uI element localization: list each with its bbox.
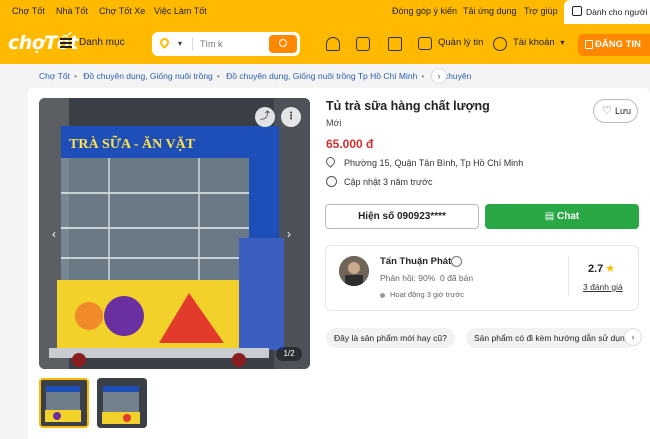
search-button[interactable]	[269, 35, 297, 53]
search-bar: ▾	[152, 32, 300, 56]
chevron-right-icon[interactable]: ›	[287, 227, 291, 241]
show-phone-button[interactable]: Hiện số 090923****	[325, 204, 479, 229]
reviews-link[interactable]: 3 đánh giá	[583, 282, 623, 292]
main-header: chợTốt Danh mục ▾ Quản lý tin Tài khoản …	[0, 24, 650, 64]
link-help[interactable]: Trợ giúp	[524, 6, 558, 16]
listing-title: Tủ trà sữa hàng chất lượng	[326, 99, 490, 113]
breadcrumb-item[interactable]: Đồ chuyên dụng, Giống nuôi trồng	[83, 71, 212, 81]
milk-tea-cart-image: TRÀ SỮA - ĂN VẶT	[39, 98, 310, 369]
verified-user-icon	[451, 256, 462, 267]
store-icon	[572, 6, 582, 16]
edit-icon	[585, 40, 593, 49]
seller-portal-link[interactable]: Dành cho người bán	[564, 0, 650, 24]
breadcrumb: Chợ Tốt • Đồ chuyên dụng, Giống nuôi trồn…	[39, 71, 471, 81]
breadcrumb-item[interactable]: Chợ Tốt	[39, 71, 70, 81]
breadcrumb-separator: •	[216, 71, 220, 81]
account-menu[interactable]: Tài khoản ▾	[493, 37, 565, 51]
link-viec-lam-tot[interactable]: Việc Làm Tốt	[154, 6, 207, 16]
chevron-right-icon[interactable]: ›	[624, 328, 642, 346]
list-icon	[418, 37, 432, 50]
link-cho-tot[interactable]: Chợ Tốt	[12, 6, 45, 16]
search-divider	[192, 37, 193, 51]
location-pin-icon	[324, 155, 337, 168]
category-menu-label: Danh mục	[79, 37, 125, 48]
breadcrumb-separator: •	[421, 71, 425, 81]
image-counter: 1/2	[276, 347, 302, 361]
cart-sign-text: TRÀ SỮA - ĂN VẶT	[69, 134, 196, 152]
save-button[interactable]: ♡ Lưu	[593, 99, 638, 123]
category-menu-button[interactable]: Danh mục	[60, 37, 125, 48]
more-options-icon[interactable]: ⋮	[281, 107, 301, 127]
question-chip[interactable]: Đây là sản phẩm mới hay cũ?	[326, 328, 455, 348]
top-utility-bar: Chợ Tốt Nhà Tốt Chợ Tốt Xe Việc Làm Tốt …	[0, 0, 650, 24]
avatar[interactable]	[339, 256, 369, 286]
rating-value: 2.7	[588, 263, 604, 275]
chat-label: Chat	[557, 211, 580, 222]
share-icon[interactable]: ⤴	[255, 107, 275, 127]
status-dot	[380, 292, 385, 298]
link-download-app[interactable]: Tải ứng dụng	[463, 6, 517, 16]
seller-rating: 2.7 ★	[588, 262, 615, 275]
manage-listings-button[interactable]: Quản lý tin	[418, 37, 484, 50]
location-pin-icon[interactable]	[158, 36, 171, 49]
link-nha-tot[interactable]: Nhà Tốt	[56, 6, 88, 16]
chevron-down-icon[interactable]: ▾	[178, 39, 182, 48]
hamburger-icon	[60, 38, 72, 48]
listing-location: Phường 15, Quận Tân Bình, Tp Hồ Chí Minh	[324, 155, 524, 168]
breadcrumb-item[interactable]: Đồ chuyên dụng, Giống nuôi trồng Tp Hồ C…	[226, 71, 417, 81]
thumbnail-picture	[97, 378, 147, 428]
listing-price: 65.000 đ	[326, 137, 374, 151]
link-feedback[interactable]: Đóng góp ý kiến	[392, 6, 457, 16]
chat-icon[interactable]	[356, 37, 370, 51]
shopping-bag-icon[interactable]	[388, 37, 402, 51]
location-text: Phường 15, Quận Tân Bình, Tp Hồ Chí Minh	[344, 158, 524, 168]
seller-card[interactable]	[325, 245, 639, 311]
thumbnail-picture	[41, 380, 87, 426]
post-listing-label: ĐĂNG TIN	[595, 39, 641, 50]
updated-text: Cập nhật 3 năm trước	[344, 177, 433, 187]
reply-rate: Phản hồi: 90%	[380, 273, 436, 283]
breadcrumb-separator: •	[73, 71, 77, 81]
clock-icon	[326, 176, 337, 187]
item-condition: Mới	[326, 118, 342, 128]
chat-bubble-icon: ▤	[544, 211, 557, 222]
thumbnail-image[interactable]	[97, 378, 147, 428]
save-label: Lưu	[615, 106, 632, 116]
heart-icon: ♡	[602, 105, 612, 117]
account-label: Tài khoản	[513, 37, 555, 48]
seller-activity: Hoạt động 3 giờ trước	[380, 290, 464, 299]
user-icon	[493, 37, 507, 51]
breadcrumb-scroll-right[interactable]: ›	[431, 68, 447, 84]
seller-name[interactable]: Tấn Thuận Phát	[380, 256, 451, 267]
seller-portal-label: Dành cho người bán	[586, 7, 650, 17]
manage-listings-label: Quản lý tin	[438, 37, 484, 48]
star-icon: ★	[605, 263, 616, 275]
chat-button[interactable]: ▤ Chat	[485, 204, 639, 229]
avatar-image	[339, 256, 369, 286]
chevron-down-icon: ▾	[560, 38, 565, 47]
search-input[interactable]	[200, 36, 260, 52]
product-image[interactable]: TRÀ SỮA - ĂN VẶT	[39, 98, 310, 369]
listing-updated: Cập nhật 3 năm trước	[326, 176, 433, 187]
bell-icon[interactable]	[326, 37, 340, 51]
seller-divider	[568, 256, 569, 296]
link-cho-tot-xe[interactable]: Chợ Tốt Xe	[99, 6, 145, 16]
post-listing-button[interactable]: ĐĂNG TIN	[578, 34, 650, 56]
search-icon	[279, 39, 287, 47]
sold-count: 0 đã bán	[440, 273, 474, 283]
thumbnail-image[interactable]	[39, 378, 89, 428]
chevron-left-icon[interactable]: ‹	[52, 227, 56, 241]
question-chip[interactable]: Sản phẩm có đi kèm hướng dẫn sử dụng khô…	[466, 328, 636, 348]
seller-stats: Phản hồi: 90% 0 đã bán	[380, 273, 473, 283]
activity-text: Hoạt động 3 giờ trước	[390, 290, 465, 299]
